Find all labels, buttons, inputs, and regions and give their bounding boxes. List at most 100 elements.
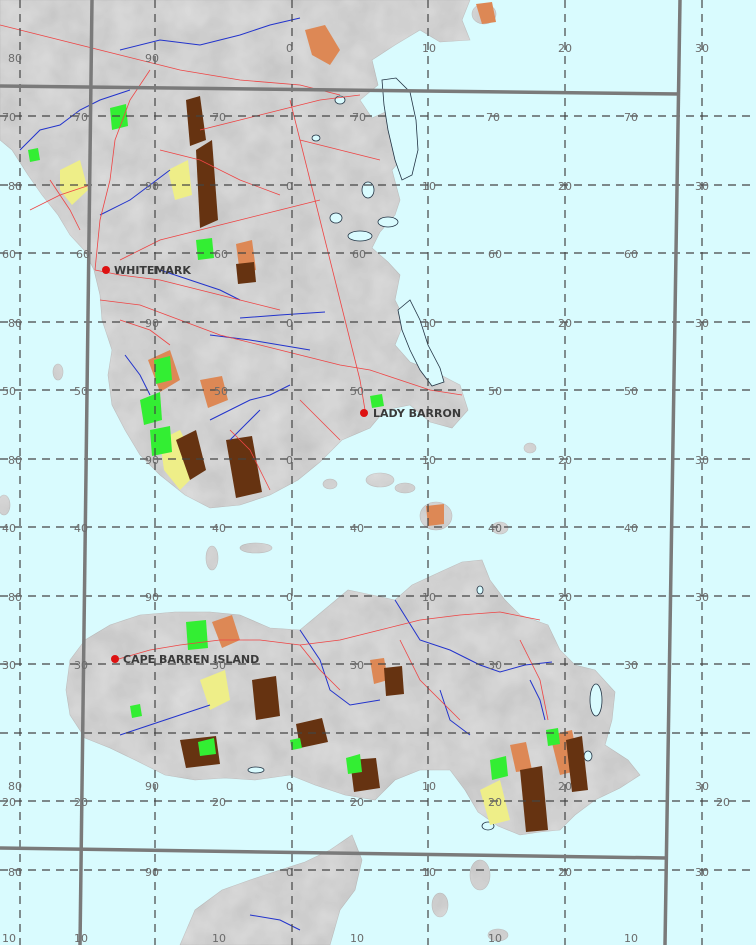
grid-label: 60 <box>2 248 16 261</box>
veg-patch <box>154 356 172 384</box>
grid-label: 10 <box>422 780 436 793</box>
town-label-lady-barron: LADY BARRON <box>373 407 461 420</box>
grid-label: 30 <box>695 180 709 193</box>
grid-label: 80 <box>8 454 22 467</box>
grid-label: 60 <box>214 248 228 261</box>
grid-label: 50 <box>2 385 16 398</box>
veg-patch <box>426 504 444 526</box>
grid-label: 10 <box>624 932 638 945</box>
grid-label: 10 <box>422 591 436 604</box>
grid-label: 90 <box>145 454 159 467</box>
grid-label: 30 <box>350 659 364 672</box>
veg-patch <box>370 394 384 408</box>
lagoon <box>377 216 399 228</box>
grid-label: 80 <box>8 866 22 879</box>
grid-label: 0 <box>286 454 293 467</box>
veg-patch <box>28 148 40 162</box>
grid-label: 50 <box>488 385 502 398</box>
grid-label: 30 <box>74 659 88 672</box>
grid-label: 90 <box>145 866 159 879</box>
veg-patch <box>384 666 404 696</box>
grid-label: 10 <box>422 866 436 879</box>
veg-patch <box>130 704 142 718</box>
grid-label: 10 <box>2 932 16 945</box>
map-canvas: WHITEMARK LADY BARRON CAPE BARREN ISLAND… <box>0 0 756 945</box>
grid-label: 10 <box>212 932 226 945</box>
grid-label: 30 <box>2 659 16 672</box>
grid-label: 40 <box>488 522 502 535</box>
grid-label: 30 <box>695 780 709 793</box>
veg-patch <box>186 620 208 650</box>
veg-patch <box>110 104 128 130</box>
grid-label: 90 <box>145 317 159 330</box>
grid-label: 70 <box>352 111 366 124</box>
veg-patch <box>236 262 256 284</box>
grid-label: 60 <box>624 248 638 261</box>
grid-label: 70 <box>624 111 638 124</box>
islet <box>469 859 491 891</box>
veg-patch <box>150 426 172 456</box>
lagoon <box>311 134 321 142</box>
islet <box>0 494 11 516</box>
grid-label: 20 <box>558 454 572 467</box>
grid-label: 70 <box>486 111 500 124</box>
grid-label: 20 <box>74 796 88 809</box>
grid-label: 10 <box>74 932 88 945</box>
lagoon <box>347 230 373 242</box>
grid-label: 40 <box>2 522 16 535</box>
grid-label: 0 <box>286 591 293 604</box>
grid-label: 70 <box>74 111 88 124</box>
grid-label: 20 <box>558 866 572 879</box>
grid-label: 20 <box>558 317 572 330</box>
lagoon <box>247 766 265 774</box>
grid-label: 90 <box>145 780 159 793</box>
town-label-whitemark: WHITEMARK <box>114 264 191 277</box>
town-marker-lady-barron[interactable] <box>360 409 368 417</box>
grid-label: 30 <box>624 659 638 672</box>
grid-label: 50 <box>74 385 88 398</box>
grid-label: 80 <box>8 180 22 193</box>
grid-label: 30 <box>212 659 226 672</box>
grid-label: 30 <box>488 659 502 672</box>
islet <box>52 363 64 381</box>
grid-label: 70 <box>212 111 226 124</box>
grid-label: 30 <box>695 317 709 330</box>
islet <box>322 478 338 490</box>
topographic-map[interactable]: WHITEMARK LADY BARRON CAPE BARREN ISLAND… <box>0 0 756 945</box>
grid-label: 50 <box>214 385 228 398</box>
veg-patch <box>252 676 280 720</box>
grid-label: 30 <box>695 42 709 55</box>
grid-label: 80 <box>8 780 22 793</box>
grid-label: 90 <box>145 52 159 65</box>
veg-patch <box>546 728 560 746</box>
grid-label: 0 <box>286 42 293 55</box>
grid-label: 40 <box>74 522 88 535</box>
grid-label: 20 <box>716 796 730 809</box>
grid-label: 20 <box>488 796 502 809</box>
islet <box>365 472 395 488</box>
grid-label: 30 <box>695 454 709 467</box>
islet <box>394 482 416 494</box>
grid-label: 0 <box>286 317 293 330</box>
grid-label: 10 <box>422 42 436 55</box>
grid-label: 90 <box>145 591 159 604</box>
veg-patch <box>196 238 214 260</box>
lagoon <box>476 585 484 595</box>
grid-label: 10 <box>350 932 364 945</box>
grid-label: 10 <box>422 180 436 193</box>
veg-patch <box>490 756 508 780</box>
grid-label: 20 <box>350 796 364 809</box>
town-marker-whitemark[interactable] <box>102 266 110 274</box>
lagoon <box>583 750 593 762</box>
grid-label: 0 <box>286 180 293 193</box>
islet <box>239 542 273 554</box>
grid-label: 60 <box>488 248 502 261</box>
grid-label: 20 <box>212 796 226 809</box>
grid-label: 60 <box>76 248 90 261</box>
grid-label: 10 <box>488 932 502 945</box>
grid-label: 30 <box>695 591 709 604</box>
grid-label: 20 <box>558 780 572 793</box>
lagoon <box>589 683 603 717</box>
town-label-cape-barren-island: CAPE BARREN ISLAND <box>123 653 259 666</box>
town-marker-cape-barren-island[interactable] <box>111 655 119 663</box>
